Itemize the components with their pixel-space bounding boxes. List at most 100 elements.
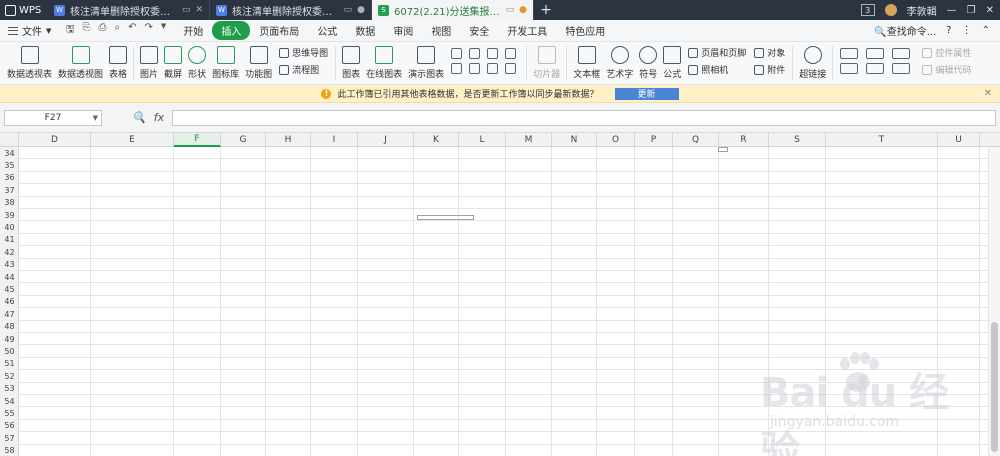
column-header-l[interactable]: L (459, 133, 506, 147)
cell-area[interactable] (19, 147, 988, 456)
screenshot-button[interactable]: 截屏 (161, 46, 185, 80)
column-header-n[interactable]: N (552, 133, 597, 147)
vertical-scrollbar[interactable] (988, 147, 1000, 456)
update-button[interactable]: 更新 (614, 87, 679, 100)
help-icon[interactable]: ? (946, 25, 951, 36)
row-header-34[interactable]: 34 (0, 147, 19, 159)
row-header-36[interactable]: 36 (0, 172, 19, 184)
column-header-g[interactable]: G (221, 133, 266, 147)
header-footer-button[interactable]: 页眉和页脚 (688, 46, 746, 59)
monitor-icon[interactable]: ▭ (344, 5, 353, 15)
column-header-s[interactable]: S (769, 133, 826, 147)
row-header-49[interactable]: 49 (0, 333, 19, 345)
column-header-u[interactable]: U (938, 133, 980, 147)
formula-button[interactable]: 公式 (660, 46, 684, 80)
tab-page-layout[interactable]: 页面布局 (250, 23, 308, 38)
column-header-t[interactable]: T (826, 133, 938, 147)
tab-developer[interactable]: 开发工具 (498, 23, 556, 38)
spinner-control-icon[interactable] (892, 63, 911, 74)
attachment-button[interactable]: 附件 (754, 63, 785, 76)
more-icon[interactable]: ⋮ (962, 25, 972, 36)
new-tab-button[interactable]: + (534, 0, 558, 20)
restore-icon[interactable]: ❐ (967, 5, 976, 16)
pie-chart-icon[interactable] (487, 48, 499, 59)
table-button[interactable]: 表格 (106, 46, 130, 80)
row-header-52[interactable]: 52 (0, 370, 19, 382)
column-header-d[interactable]: D (19, 133, 91, 147)
row-header-54[interactable]: 54 (0, 395, 19, 407)
doc-tab-2[interactable]: W 核注清单删除授权委托书 (1) ▭ ● (210, 0, 372, 20)
row-header-50[interactable]: 50 (0, 345, 19, 357)
row-header-44[interactable]: 44 (0, 271, 19, 283)
column-header-e[interactable]: E (91, 133, 174, 147)
minimize-icon[interactable]: — (947, 5, 957, 16)
doc-tab-3[interactable]: S 6072(2.21)分送集报.xlsx ▭ ● (372, 0, 534, 20)
row-header-39[interactable]: 39 (0, 209, 19, 221)
tab-special[interactable]: 特色应用 (556, 23, 614, 38)
demo-chart-button[interactable]: 演示图表 (405, 46, 447, 80)
row-header-53[interactable]: 53 (0, 383, 19, 395)
pivot-table-button[interactable]: 数据透视表 (4, 46, 55, 80)
save-icon[interactable]: 🖫 (66, 22, 75, 39)
row-header-57[interactable]: 57 (0, 432, 19, 444)
column-header-o[interactable]: O (597, 133, 635, 147)
row-header-43[interactable]: 43 (0, 259, 19, 271)
tab-insert[interactable]: 插入 (212, 21, 251, 40)
chevron-down-icon[interactable]: ▼ (161, 22, 166, 39)
function-chart-button[interactable]: 功能图 (242, 46, 275, 80)
column-header-j[interactable]: J (358, 133, 414, 147)
control-properties-button[interactable]: 控件属性 (922, 46, 971, 59)
preview-icon[interactable]: ⌕ (115, 22, 121, 39)
listbox-control-icon[interactable] (840, 63, 859, 74)
row-header-55[interactable]: 55 (0, 407, 19, 419)
collapse-ribbon-icon[interactable]: ⌃ (982, 25, 990, 36)
bar-chart-type-icon[interactable] (469, 48, 481, 59)
mind-map-button[interactable]: 思维导图 (279, 46, 328, 59)
user-avatar[interactable] (884, 4, 897, 16)
label-control-icon[interactable] (840, 48, 859, 59)
monitor-icon[interactable]: ▭ (506, 5, 515, 15)
search-command[interactable]: 🔍查找命令... (874, 23, 936, 38)
tab-security[interactable]: 安全 (460, 23, 498, 38)
redo-icon[interactable]: ↷ (145, 22, 153, 39)
hyperlink-button[interactable]: 超链接 (796, 46, 829, 80)
scrollbar-thumb[interactable] (991, 322, 998, 452)
column-header-f[interactable]: F (174, 133, 221, 147)
column-header-i[interactable]: I (311, 133, 358, 147)
tab-formulas[interactable]: 公式 (308, 23, 346, 38)
shape-button[interactable]: 形状 (185, 46, 209, 80)
textbox-button[interactable]: 文本框 (570, 46, 603, 80)
column-header-k[interactable]: K (414, 133, 459, 147)
column-header-m[interactable]: M (506, 133, 552, 147)
column-chart-icon[interactable] (451, 48, 463, 59)
row-header-48[interactable]: 48 (0, 321, 19, 333)
row-header-40[interactable]: 40 (0, 221, 19, 233)
scrollbar-control-icon[interactable] (866, 63, 885, 74)
select-all-corner[interactable] (0, 133, 19, 147)
edit-code-button[interactable]: 编辑代码 (922, 63, 971, 76)
pivot-chart-button[interactable]: 数据透视图 (55, 46, 106, 80)
flowchart-button[interactable]: 流程图 (279, 63, 328, 76)
row-header-42[interactable]: 42 (0, 246, 19, 258)
close-icon[interactable]: ✕ (984, 88, 992, 99)
radar-chart-icon[interactable] (505, 48, 517, 59)
fx-icon[interactable]: fx (154, 111, 164, 124)
line-chart-icon[interactable] (451, 63, 463, 74)
print-icon[interactable]: ⎙ (99, 22, 107, 39)
close-window-icon[interactable]: ✕ (986, 5, 994, 16)
combobox-control-icon[interactable] (866, 48, 885, 59)
column-header-r[interactable]: R (719, 133, 769, 147)
row-header-51[interactable]: 51 (0, 358, 19, 370)
art-text-button[interactable]: 艺术字 (603, 46, 636, 80)
area-chart-icon[interactable] (469, 63, 481, 74)
chart-button[interactable]: 图表 (339, 46, 363, 80)
column-header-h[interactable]: H (266, 133, 311, 147)
monitor-icon[interactable]: ▭ (182, 5, 191, 15)
formula-input[interactable] (172, 109, 996, 126)
user-name[interactable]: 李敦輯 (907, 3, 937, 18)
row-header-37[interactable]: 37 (0, 184, 19, 196)
export-icon[interactable]: ⎘ (83, 22, 91, 39)
checkbox-control-icon[interactable] (892, 48, 911, 59)
tab-home[interactable]: 开始 (174, 23, 212, 38)
donut-chart-icon[interactable] (487, 63, 499, 74)
